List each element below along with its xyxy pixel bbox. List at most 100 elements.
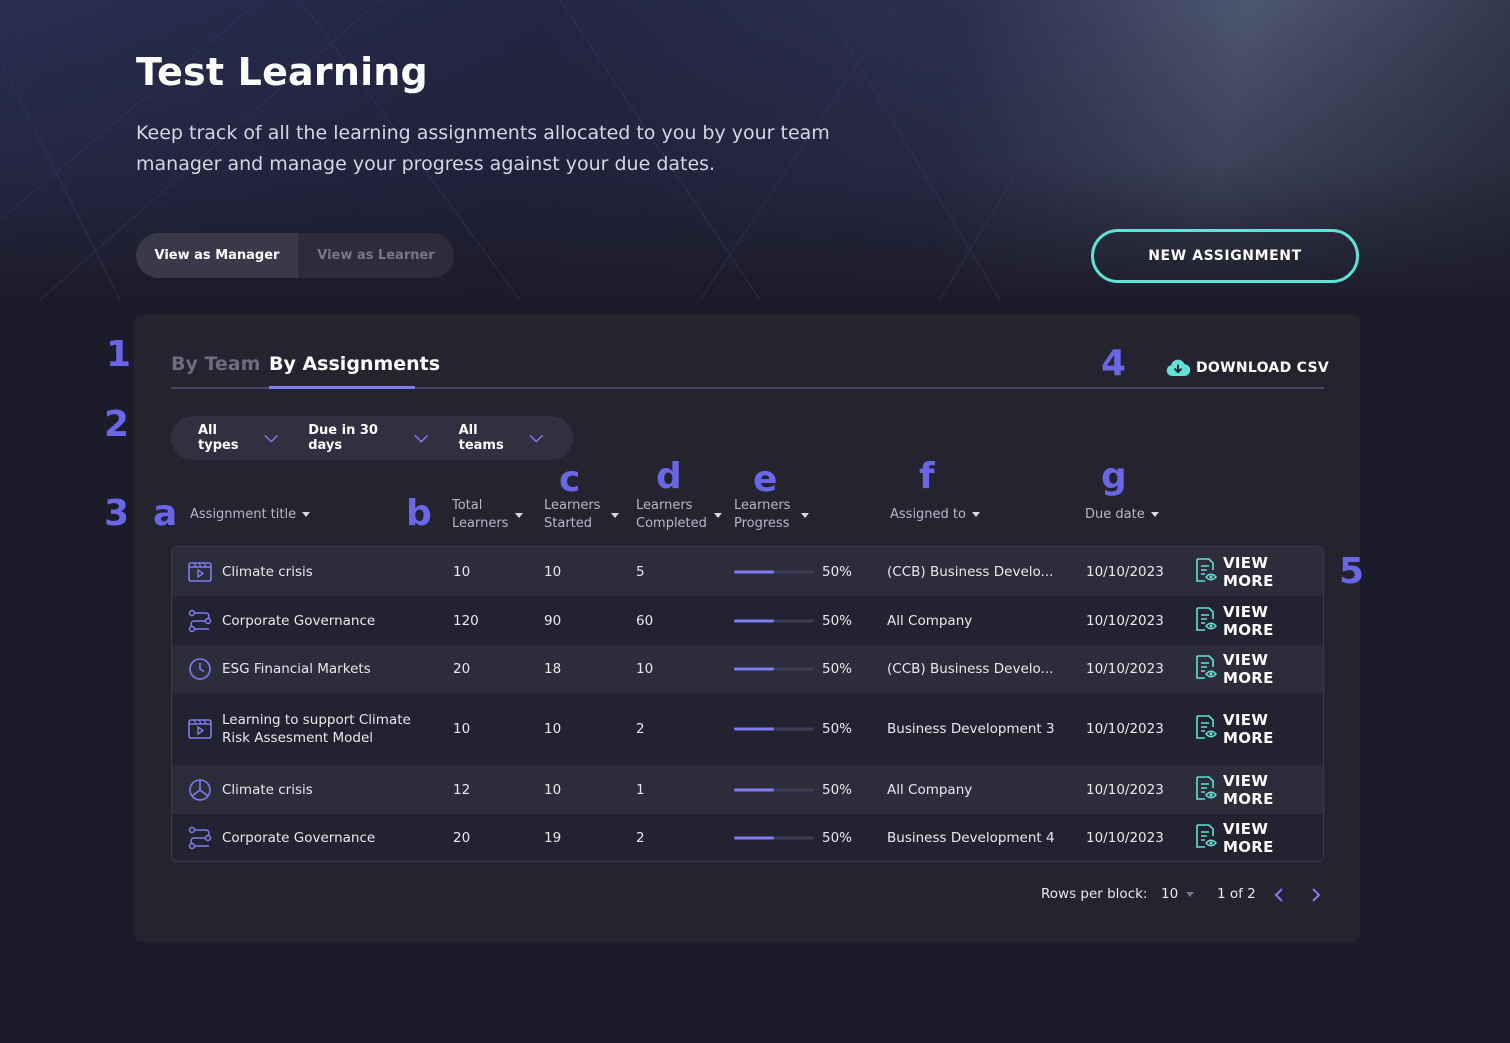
view-more-button[interactable]: VIEW MORE — [1194, 772, 1323, 808]
view-details-icon — [1194, 823, 1218, 853]
sort-caret-icon[interactable] — [611, 513, 619, 518]
video-icon — [187, 559, 213, 585]
view-as-manager-button[interactable]: View as Manager — [136, 233, 298, 278]
learners-completed: 2 — [636, 721, 645, 737]
total-learners: 20 — [453, 661, 471, 677]
column-completed-label-1: Learners — [636, 498, 693, 513]
due-date: 10/10/2023 — [1086, 661, 1164, 677]
sort-caret-icon[interactable] — [714, 513, 722, 518]
progress-bar-fill — [734, 570, 774, 573]
sort-caret-icon[interactable] — [801, 513, 809, 518]
table-row: Corporate Governance 120 90 60 50% All Compan… — [172, 596, 1323, 645]
assigned-to: All Company — [887, 612, 973, 629]
view-more-button[interactable]: VIEW MORE — [1194, 603, 1323, 639]
due-date: 10/10/2023 — [1086, 612, 1164, 629]
view-more-label: VIEW MORE — [1223, 711, 1274, 747]
table-row: ESG Financial Markets 20 18 10 50% (CCB) Busi… — [172, 645, 1323, 693]
page-indicator: 1 of 2 — [1217, 886, 1256, 902]
tab-by-assignments[interactable]: By Assignments — [269, 353, 440, 375]
view-toggle: View as Manager View as Learner — [136, 233, 454, 278]
total-learners: 10 — [453, 721, 471, 737]
column-header-learners-started[interactable]: Learners Started — [544, 497, 600, 533]
download-csv-label: DOWNLOAD CSV — [1196, 360, 1330, 376]
table-row: Climate crisis 12 10 1 50% All Company 10/10/2… — [172, 765, 1323, 814]
filter-due-label: Due in 30 days — [308, 423, 378, 453]
annotation-2: 2 — [104, 404, 130, 445]
progress-bar-fill — [734, 667, 774, 671]
progress-percent: 50% — [822, 721, 853, 737]
progress-bar — [734, 570, 814, 573]
view-details-icon — [1194, 606, 1218, 636]
progress-percent: 50% — [822, 781, 853, 798]
new-assignment-button[interactable]: NEW ASSIGNMENT — [1091, 229, 1359, 283]
rows-per-block-value: 10 — [1161, 886, 1179, 902]
filter-type-dropdown[interactable]: All types — [198, 423, 278, 453]
next-page-button[interactable] — [1310, 887, 1322, 907]
annotation-3: 3 — [104, 493, 130, 534]
total-learners: 20 — [453, 830, 471, 846]
total-learners: 10 — [453, 563, 471, 580]
annotation-a: a — [153, 493, 178, 534]
due-date: 10/10/2023 — [1086, 830, 1164, 846]
sort-caret-icon[interactable] — [515, 513, 523, 518]
progress-bar-fill — [734, 727, 774, 731]
view-more-label: VIEW MORE — [1223, 820, 1274, 856]
assigned-to: Business Development 4 — [887, 830, 1055, 846]
assigned-to: (CCB) Business Develo... — [887, 661, 1054, 677]
view-more-label: VIEW MORE — [1223, 553, 1274, 590]
annotation-b: b — [406, 493, 432, 534]
rows-per-block-label: Rows per block: — [1041, 886, 1148, 902]
column-header-learners-progress[interactable]: Learners Progress — [734, 497, 790, 533]
tab-by-team[interactable]: By Team — [171, 353, 260, 375]
learners-started: 10 — [544, 563, 562, 580]
assignment-title: Corporate Governance — [222, 830, 376, 846]
sort-caret-icon — [302, 512, 311, 517]
view-as-learner-button[interactable]: View as Learner — [298, 233, 454, 278]
progress-bar — [734, 788, 814, 791]
chevron-down-icon — [528, 434, 543, 443]
column-started-label-1: Learners — [544, 498, 601, 513]
table-row: Climate crisis 10 10 5 50% (CCB) Business Dev… — [172, 547, 1323, 596]
progress-percent: 50% — [822, 830, 853, 846]
page-title: Test Learning — [136, 50, 428, 94]
assigned-to: Business Development 3 — [887, 721, 1055, 737]
previous-page-button[interactable] — [1273, 887, 1285, 907]
rows-per-block-select[interactable]: 10 — [1161, 886, 1195, 902]
learners-started: 90 — [544, 612, 562, 629]
total-learners: 120 — [453, 612, 479, 629]
filter-bar: All types Due in 30 days All teams — [171, 416, 573, 460]
column-header-assignment-title[interactable]: Assignment title — [190, 506, 311, 524]
annotation-c: c — [559, 459, 581, 500]
column-total-label-1: Total — [452, 498, 483, 513]
view-more-button[interactable]: VIEW MORE — [1194, 711, 1323, 747]
total-learners: 12 — [453, 781, 471, 798]
caret-down-icon — [1186, 891, 1195, 897]
assignment-title: Learning to support Climate Risk Assesme… — [222, 712, 411, 746]
column-header-assigned-to[interactable]: Assigned to — [890, 506, 980, 524]
pie-chart-icon — [187, 777, 213, 803]
annotation-f: f — [919, 456, 935, 497]
chevron-down-icon — [264, 434, 278, 443]
column-header-learners-completed[interactable]: Learners Completed — [636, 497, 707, 533]
column-header-due-date[interactable]: Due date — [1085, 506, 1159, 524]
download-csv-button[interactable]: DOWNLOAD CSV — [1166, 359, 1329, 377]
filter-teams-dropdown[interactable]: All teams — [459, 423, 543, 453]
active-tab-indicator — [269, 386, 415, 389]
cloud-download-icon — [1166, 359, 1190, 377]
view-more-button[interactable]: VIEW MORE — [1194, 651, 1323, 687]
view-more-button[interactable]: VIEW MORE — [1194, 820, 1323, 856]
filter-due-dropdown[interactable]: Due in 30 days — [308, 423, 429, 453]
table-row: Learning to support Climate Risk Assesme… — [172, 693, 1323, 765]
column-assigned-label: Assigned to — [890, 507, 966, 522]
pathway-icon — [187, 608, 213, 634]
learners-started: 10 — [544, 721, 562, 737]
sort-caret-icon — [971, 512, 980, 517]
annotation-g: g — [1101, 456, 1127, 497]
column-header-total-learners[interactable]: Total Learners — [452, 497, 508, 533]
column-started-label-2: Started — [544, 516, 593, 531]
progress-bar — [734, 667, 814, 671]
view-more-button[interactable]: VIEW MORE — [1194, 554, 1323, 590]
annotation-d: d — [656, 456, 682, 497]
progress-percent: 50% — [822, 661, 853, 677]
progress-percent: 50% — [822, 563, 853, 580]
